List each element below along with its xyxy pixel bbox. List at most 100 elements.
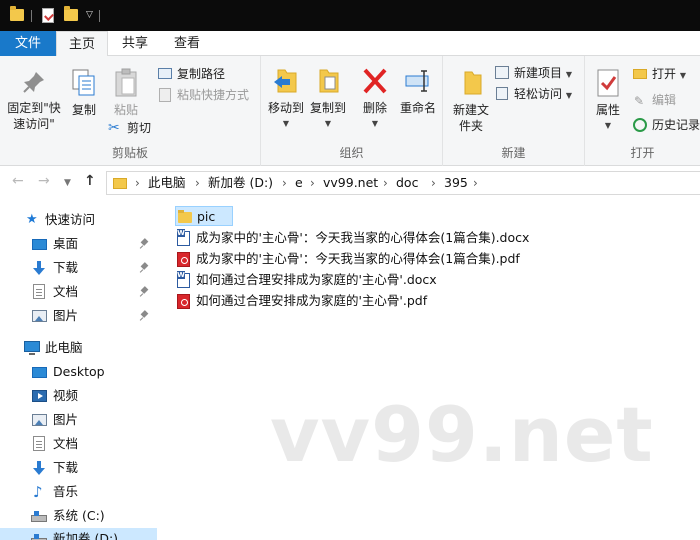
breadcrumb-chevron-icon[interactable]: › (431, 172, 436, 194)
breadcrumb-e[interactable]: e (295, 172, 303, 194)
open-button[interactable]: 打开 ▼ (633, 65, 686, 83)
nav-quick-desktop[interactable]: 桌面 (0, 233, 157, 255)
nav-label: 图片 (53, 412, 79, 427)
breadcrumb-vv99[interactable]: vv99.net (323, 172, 378, 194)
nav-pc-music[interactable]: ♪ 音乐 (0, 481, 157, 503)
file-list: pic 成为家中的'主心骨'：今天我当家的心得体会(1篇合集).docx 成为家… (157, 200, 700, 540)
delete-label: 删除 (362, 101, 387, 115)
recent-chevron-down-icon[interactable]: ▼ (64, 178, 71, 188)
new-folder-icon (464, 71, 482, 95)
nav-label: 新加卷 (D:) (53, 531, 119, 540)
nav-pc-downloads[interactable]: 下载 (0, 457, 157, 479)
delete-chevron-down-icon: ▼ (371, 119, 379, 128)
properties-label: 属性 (595, 103, 620, 117)
open-group-label: 打开 (630, 146, 655, 160)
nav-quick-documents[interactable]: 文档 (0, 281, 157, 303)
easy-access-label: 轻松访问 (514, 87, 563, 101)
computer-icon (24, 341, 40, 355)
nav-quick-downloads[interactable]: 下载 (0, 257, 157, 279)
organize-group-label: 组织 (339, 146, 364, 160)
cut-button[interactable]: ✂ 剪切 (108, 119, 151, 137)
address-bar[interactable]: › 此电脑 › 新加卷 (D:) › e › vv99.net › doc › … (106, 171, 700, 195)
copy-icon (72, 69, 95, 96)
breadcrumb-drive-d[interactable]: 新加卷 (D:) (208, 172, 273, 194)
move-to-button[interactable]: 移动到 ▼ (265, 66, 307, 132)
file-name: 如何通过合理安排成为家庭的'主心骨'.pdf (196, 293, 428, 308)
breadcrumb-395[interactable]: 395 (444, 172, 468, 194)
new-item-chevron-down-icon: ▼ (565, 70, 572, 79)
copy-path-button[interactable]: 复制路径 (158, 65, 225, 83)
new-group: 新建文件夹 新建项目 ▼ 轻松访问 ▼ 新建 (443, 56, 585, 166)
folder-icon (178, 210, 192, 223)
breadcrumb-chevron-icon[interactable]: › (383, 172, 388, 194)
nav-label: 文档 (53, 436, 79, 451)
list-item-folder[interactable]: pic (175, 206, 233, 226)
nav-pc-drive-c[interactable]: 系统 (C:) (0, 505, 157, 527)
tab-share[interactable]: 共享 (110, 31, 160, 57)
delete-button[interactable]: 删除 ▼ (357, 66, 393, 132)
forward-arrow-icon[interactable]: → (38, 173, 50, 189)
copy-to-button[interactable]: 复制到 ▼ (307, 66, 349, 132)
folder-icon[interactable] (10, 6, 24, 21)
paste-button[interactable]: 粘贴 (106, 68, 146, 118)
breadcrumb-chevron-icon[interactable]: › (282, 172, 287, 194)
new-folder-button[interactable]: 新建文件夹 (449, 68, 493, 134)
tab-file[interactable]: 文件 (0, 31, 56, 56)
breadcrumb-chevron-icon[interactable]: › (473, 172, 478, 194)
breadcrumb-this-pc[interactable]: 此电脑 (148, 172, 186, 194)
open-chevron-down-icon: ▼ (679, 71, 686, 80)
new-item-button[interactable]: 新建项目 ▼ (495, 64, 572, 82)
copy-to-chevron-down-icon: ▼ (324, 119, 332, 128)
pin-to-quick-access-button[interactable]: 固定到"快速访问" (4, 70, 64, 132)
breadcrumb-chevron-icon[interactable]: › (135, 172, 140, 194)
nav-quick-pictures[interactable]: 图片 (0, 305, 157, 327)
breadcrumb-doc[interactable]: doc (396, 172, 418, 194)
easy-access-button[interactable]: 轻松访问 ▼ (495, 85, 572, 103)
tab-view[interactable]: 查看 (162, 31, 212, 57)
back-arrow-icon[interactable]: ← (12, 173, 24, 189)
new-folder-icon[interactable] (64, 6, 78, 21)
ribbon-tabs: 文件 主页 共享 查看 (0, 31, 700, 57)
pin-icon (141, 311, 149, 321)
nav-label: 文档 (53, 284, 79, 299)
properties-chevron-down-icon: ▼ (604, 121, 612, 130)
copy-button[interactable]: 复制 (66, 68, 102, 118)
file-name: 如何通过合理安排成为家庭的'主心骨'.docx (196, 272, 437, 287)
edit-button[interactable]: ✎ 编辑 (633, 91, 676, 109)
nav-label: 系统 (C:) (53, 508, 105, 523)
properties-button[interactable]: 属性 ▼ (591, 68, 625, 134)
copy-path-label: 复制路径 (177, 67, 226, 81)
pin-label: 固定到"快速访问" (7, 101, 61, 131)
nav-pc-drive-d[interactable]: 新加卷 (D:) (0, 528, 157, 540)
copy-to-icon (319, 69, 339, 93)
history-button[interactable]: 历史记录 (633, 116, 700, 134)
paste-shortcut-button[interactable]: 粘贴快捷方式 (158, 86, 249, 104)
nav-this-pc[interactable]: 此电脑 (0, 337, 157, 359)
scissors-icon: ✂ (108, 120, 120, 136)
open-group: 属性 ▼ 打开 ▼ ✎ 编辑 历史记录 打开 (585, 56, 700, 166)
properties-icon[interactable] (42, 8, 54, 23)
breadcrumb-chevron-icon[interactable]: › (195, 172, 200, 194)
navigation-pane: ★ 快速访问 桌面 下载 文档 图片 此电脑 Desktop 视频 图片 文档 (0, 200, 157, 540)
tab-home[interactable]: 主页 (56, 31, 108, 57)
rename-button[interactable]: 重命名 (395, 66, 441, 116)
nav-label: 下载 (53, 260, 79, 275)
paste-shortcut-icon (159, 88, 171, 102)
nav-pc-documents[interactable]: 文档 (0, 433, 157, 455)
folder-icon (113, 178, 127, 189)
customize-chevron-down-icon[interactable]: ▽ (86, 10, 93, 28)
pdf-icon (177, 252, 190, 267)
star-icon: ★ (26, 212, 38, 227)
nav-pc-pictures[interactable]: 图片 (0, 409, 157, 431)
nav-pc-desktop[interactable]: Desktop (0, 361, 157, 383)
nav-pc-videos[interactable]: 视频 (0, 385, 157, 407)
toolbar-divider (99, 10, 100, 22)
nav-label: 音乐 (53, 484, 79, 499)
nav-label: 下载 (53, 460, 79, 475)
music-note-icon: ♪ (33, 483, 43, 501)
nav-quick-access[interactable]: ★ 快速访问 (0, 209, 157, 231)
nav-label: 图片 (53, 308, 79, 323)
breadcrumb-chevron-icon[interactable]: › (310, 172, 315, 194)
up-arrow-icon[interactable]: ↑ (84, 173, 96, 189)
open-folder-icon (633, 69, 647, 79)
